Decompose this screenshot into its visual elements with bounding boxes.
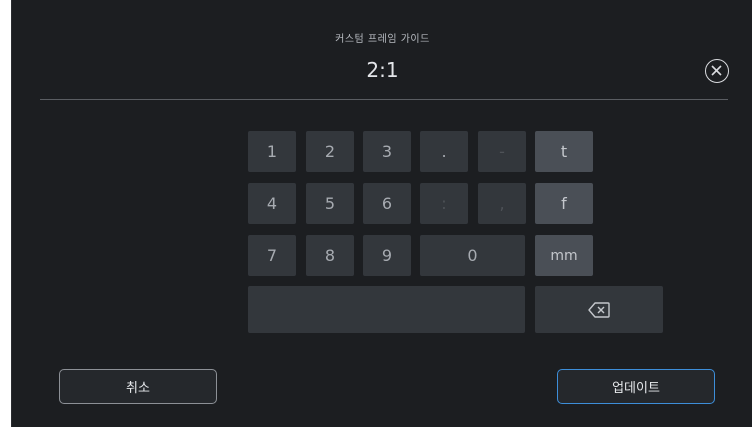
key-comma: , xyxy=(478,183,526,224)
space-key[interactable] xyxy=(248,286,525,333)
key-7[interactable]: 7 xyxy=(248,235,296,276)
close-icon xyxy=(711,65,722,76)
key-dash: - xyxy=(478,131,526,172)
key-period[interactable]: . xyxy=(420,131,468,172)
key-unit-t[interactable]: t xyxy=(535,131,593,172)
update-button[interactable]: 업데이트 xyxy=(557,369,715,404)
backspace-key[interactable] xyxy=(535,286,663,333)
key-2[interactable]: 2 xyxy=(306,131,354,172)
key-unit-f[interactable]: f xyxy=(535,183,593,224)
ratio-value-display: 2:1 xyxy=(366,58,399,82)
key-1[interactable]: 1 xyxy=(248,131,296,172)
key-4[interactable]: 4 xyxy=(248,183,296,224)
header-divider xyxy=(40,99,728,100)
key-unit-mm[interactable]: mm xyxy=(535,235,593,276)
key-3[interactable]: 3 xyxy=(363,131,411,172)
key-5[interactable]: 5 xyxy=(306,183,354,224)
key-9[interactable]: 9 xyxy=(363,235,411,276)
panel-title: 커스텀 프레임 가이드 xyxy=(335,34,430,45)
close-button[interactable] xyxy=(705,59,729,83)
key-6[interactable]: 6 xyxy=(363,183,411,224)
custom-frame-guide-panel: 커스텀 프레임 가이드 2:1 1 2 3 . - t 4 5 6 : , f … xyxy=(11,0,752,427)
key-8[interactable]: 8 xyxy=(306,235,354,276)
key-colon: : xyxy=(420,183,468,224)
cancel-button[interactable]: 취소 xyxy=(59,369,217,404)
backspace-icon xyxy=(588,301,610,318)
key-0[interactable]: 0 xyxy=(420,235,525,276)
